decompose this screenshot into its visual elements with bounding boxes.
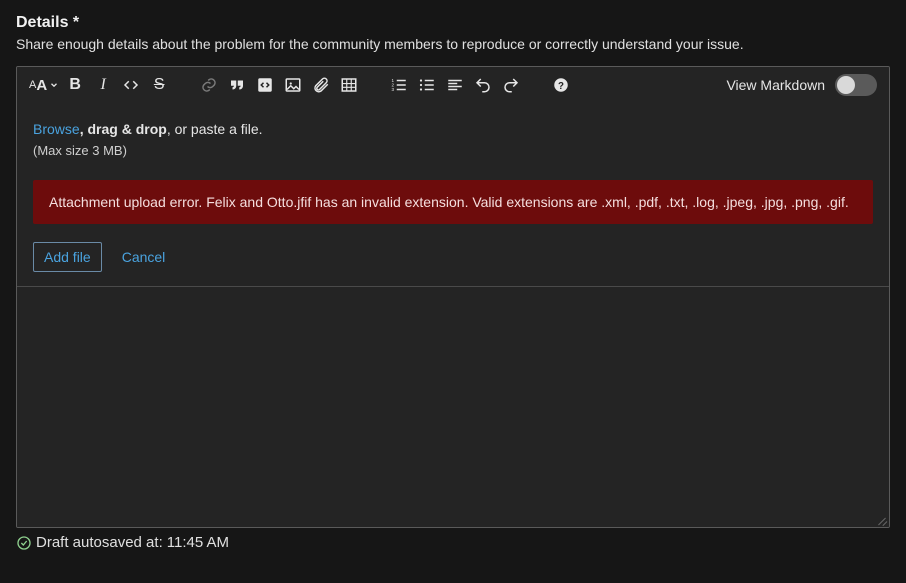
- strike-button[interactable]: S: [147, 73, 171, 97]
- add-file-button[interactable]: Add file: [33, 242, 102, 272]
- view-markdown-toggle[interactable]: [835, 74, 877, 96]
- align-icon[interactable]: [443, 73, 467, 97]
- unordered-list-icon[interactable]: [415, 73, 439, 97]
- quote-icon[interactable]: [225, 73, 249, 97]
- image-icon[interactable]: [281, 73, 305, 97]
- ordered-list-icon[interactable]: 123: [387, 73, 411, 97]
- cancel-button[interactable]: Cancel: [116, 248, 172, 266]
- autosave-time: 11:45 AM: [167, 534, 229, 551]
- help-icon[interactable]: ?: [549, 73, 573, 97]
- section-heading: Details *: [16, 14, 890, 32]
- attachment-dropzone[interactable]: Browse, drag & drop, or paste a file. (M…: [17, 103, 889, 287]
- resize-handle-icon[interactable]: [875, 513, 887, 525]
- editor-toolbar: AA B I S: [17, 67, 889, 103]
- max-size-text: (Max size 3 MB): [33, 143, 873, 158]
- code-block-icon[interactable]: [253, 73, 277, 97]
- table-icon[interactable]: [337, 73, 361, 97]
- browse-instruction: Browse, drag & drop, or paste a file.: [33, 121, 873, 137]
- editor-textarea[interactable]: [17, 287, 889, 527]
- link-icon[interactable]: [197, 73, 221, 97]
- italic-button[interactable]: I: [91, 73, 115, 97]
- browse-link[interactable]: Browse: [33, 121, 80, 137]
- check-circle-icon: [16, 535, 32, 551]
- attachment-icon[interactable]: [309, 73, 333, 97]
- autosave-status: Draft autosaved at: 11:45 AM: [16, 534, 890, 551]
- svg-text:?: ?: [558, 81, 564, 92]
- drag-drop-text: , drag & drop: [80, 121, 167, 137]
- upload-error-banner: Attachment upload error. Felix and Otto.…: [33, 180, 873, 224]
- or-paste-text: , or paste a file.: [167, 121, 263, 137]
- code-button[interactable]: [119, 73, 143, 97]
- svg-text:3: 3: [392, 87, 395, 92]
- view-markdown-label: View Markdown: [726, 77, 825, 93]
- bold-button[interactable]: B: [63, 73, 87, 97]
- rich-text-editor: AA B I S: [16, 66, 890, 528]
- autosave-prefix: Draft autosaved at:: [36, 534, 163, 551]
- undo-icon[interactable]: [471, 73, 495, 97]
- section-subheading: Share enough details about the problem f…: [16, 36, 890, 52]
- redo-icon[interactable]: [499, 73, 523, 97]
- font-size-button[interactable]: AA: [29, 73, 59, 97]
